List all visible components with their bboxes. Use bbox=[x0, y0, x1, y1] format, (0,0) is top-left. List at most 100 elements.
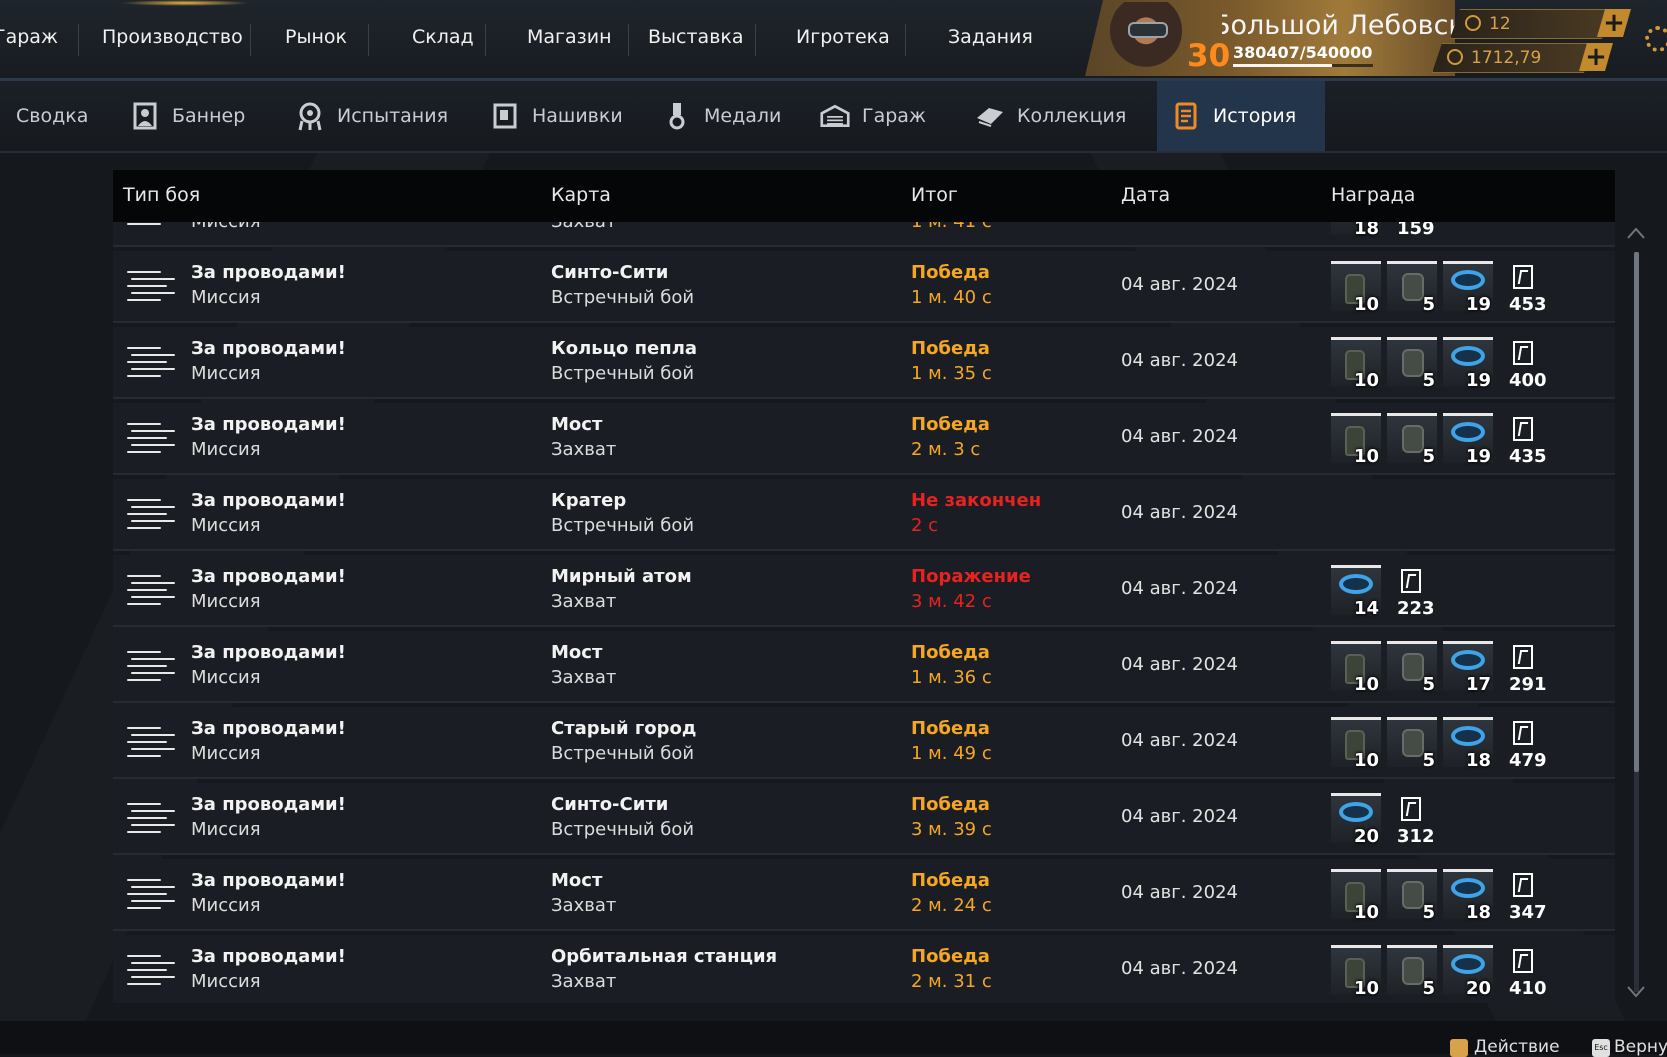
nav-item-7[interactable]: Задания bbox=[948, 26, 1033, 48]
battle-title: За проводами! bbox=[191, 414, 346, 435]
reward-canister[interactable]: 10 bbox=[1331, 945, 1381, 999]
reward-crystal[interactable]: 5 bbox=[1387, 717, 1437, 771]
tab-medal[interactable]: Медали bbox=[650, 81, 795, 151]
reward-experience[interactable]: 410 bbox=[1499, 945, 1549, 999]
reward-crystal[interactable]: 5 bbox=[1387, 337, 1437, 391]
reward-canister[interactable]: 10 bbox=[1331, 641, 1381, 695]
nav-separator bbox=[905, 24, 906, 56]
reward-wheel[interactable]: 19 bbox=[1443, 413, 1493, 467]
reward-experience[interactable]: 453 bbox=[1499, 261, 1549, 315]
reward-crystal[interactable]: 5 bbox=[1387, 641, 1437, 695]
tab-history[interactable]: История bbox=[1157, 81, 1325, 151]
reward-crystal[interactable]: 5 bbox=[1387, 413, 1437, 467]
reward-canister[interactable]: 10 bbox=[1331, 261, 1381, 315]
table-row[interactable]: За проводами! Миссия Старый город Встречный… bbox=[113, 707, 1615, 779]
reward-canister[interactable]: 10 bbox=[1331, 869, 1381, 923]
hint-action[interactable]: Действие bbox=[1474, 1037, 1560, 1057]
reward-experience[interactable]: 159 bbox=[1387, 222, 1437, 239]
reward-experience[interactable]: 291 bbox=[1499, 641, 1549, 695]
reward-crystal[interactable]: 5 bbox=[1387, 869, 1437, 923]
table-row[interactable]: За проводами! Миссия Мост Захват Победа 1 м. … bbox=[113, 631, 1615, 703]
table-row[interactable]: За проводами!МиссияВосточный кварталЗахв… bbox=[113, 222, 1615, 247]
crystal-icon bbox=[1402, 881, 1424, 909]
reward-wheel[interactable]: 18 bbox=[1331, 222, 1381, 239]
nav-item-1[interactable]: Производство bbox=[102, 26, 243, 48]
tab-collection[interactable]: Коллекция bbox=[963, 81, 1138, 151]
table-row[interactable]: За проводами! Миссия Синто-Сити Встречный б… bbox=[113, 783, 1615, 855]
tab-label: Сводка bbox=[16, 105, 89, 127]
nav-item-6[interactable]: Игротека bbox=[796, 26, 890, 48]
scrollbar-track[interactable] bbox=[1634, 252, 1639, 992]
reward-wheel[interactable]: 19 bbox=[1443, 337, 1493, 391]
header-date[interactable]: Дата bbox=[1121, 184, 1170, 206]
nav-item-2[interactable]: Рынок bbox=[285, 26, 347, 48]
battle-duration: 2 м. 3 с bbox=[911, 439, 981, 460]
tab-summary[interactable]: Сводка bbox=[0, 81, 100, 151]
header-map[interactable]: Карта bbox=[551, 184, 611, 206]
tab-trials[interactable]: Испытания bbox=[283, 81, 463, 151]
reward-count: 5 bbox=[1422, 750, 1435, 771]
battle-title: За проводами! bbox=[191, 262, 346, 283]
experience-icon bbox=[1401, 569, 1421, 593]
experience-icon bbox=[1513, 721, 1533, 745]
scroll-up-chevron-icon[interactable] bbox=[1627, 226, 1645, 240]
garage-icon bbox=[820, 101, 850, 131]
battle-title: За проводами! bbox=[191, 718, 346, 739]
header-battle-type[interactable]: Тип боя bbox=[123, 184, 200, 206]
reward-crystal[interactable]: 5 bbox=[1387, 945, 1437, 999]
reward-count: 10 bbox=[1353, 750, 1379, 771]
nav-item-4[interactable]: Магазин bbox=[527, 26, 612, 48]
crystal-icon bbox=[1402, 957, 1424, 985]
reward-wheel[interactable]: 19 bbox=[1443, 261, 1493, 315]
reward-canister[interactable]: 10 bbox=[1331, 337, 1381, 391]
map-name: Мост bbox=[551, 642, 603, 663]
table-row[interactable]: За проводами! Миссия Кратер Встречный бой Не… bbox=[113, 479, 1615, 551]
crystal-icon bbox=[1402, 653, 1424, 681]
reward-experience[interactable]: 223 bbox=[1387, 565, 1437, 619]
reward-experience[interactable]: 479 bbox=[1499, 717, 1549, 771]
reward-experience[interactable]: 312 bbox=[1387, 793, 1437, 847]
reward-experience[interactable]: 435 bbox=[1499, 413, 1549, 467]
reward-canister[interactable]: 10 bbox=[1331, 717, 1381, 771]
tab-garage[interactable]: Гараж bbox=[808, 81, 948, 151]
battle-mode: Миссия bbox=[191, 895, 261, 916]
tab-patches[interactable]: Нашивки bbox=[478, 81, 633, 151]
table-row[interactable]: За проводами! Миссия Кольцо пепла Встречный… bbox=[113, 327, 1615, 399]
table-row[interactable]: За проводами! Миссия Мост Захват Победа 2 м. … bbox=[113, 403, 1615, 475]
reward-count: 20 bbox=[1353, 826, 1379, 847]
experience-count: 159 bbox=[1397, 222, 1435, 239]
reward-wheel[interactable]: 17 bbox=[1443, 641, 1493, 695]
currency-crowns-value: 1712,79 bbox=[1471, 48, 1542, 68]
reward-crystal[interactable]: 5 bbox=[1387, 261, 1437, 315]
nav-item-3[interactable]: Склад bbox=[412, 26, 474, 48]
nav-item-0[interactable]: Гараж bbox=[0, 26, 58, 48]
reward-wheel[interactable]: 18 bbox=[1443, 869, 1493, 923]
table-rows[interactable]: За проводами!МиссияВосточный кварталЗахв… bbox=[113, 222, 1615, 1003]
reward-wheel[interactable]: 14 bbox=[1331, 565, 1381, 619]
battle-date: 04 авг. 2024 bbox=[1121, 958, 1238, 979]
currency-coins-value: 12 bbox=[1489, 14, 1511, 34]
header-result[interactable]: Итог bbox=[911, 184, 958, 206]
scroll-down-chevron-icon[interactable] bbox=[1627, 985, 1645, 999]
table-row[interactable]: За проводами! Миссия Орбитальная станция За… bbox=[113, 935, 1615, 1003]
nav-item-5[interactable]: Выставка bbox=[648, 26, 744, 48]
table-row[interactable]: За проводами! Миссия Мирный атом Захват Пора… bbox=[113, 555, 1615, 627]
reward-experience[interactable]: 347 bbox=[1499, 869, 1549, 923]
hint-back[interactable]: Вернуться bbox=[1614, 1037, 1667, 1057]
reward-experience[interactable]: 400 bbox=[1499, 337, 1549, 391]
battle-mode: Миссия bbox=[191, 515, 261, 536]
player-avatar[interactable] bbox=[1105, 2, 1187, 74]
table-row[interactable]: За проводами! Миссия Синто-Сити Встречный б… bbox=[113, 251, 1615, 323]
experience-icon bbox=[1513, 417, 1533, 441]
reward-wheel[interactable]: 20 bbox=[1331, 793, 1381, 847]
crystal-icon bbox=[1402, 729, 1424, 757]
mission-mode-icon bbox=[125, 271, 175, 305]
tab-banner[interactable]: Баннер bbox=[118, 81, 268, 151]
settings-gear-icon[interactable] bbox=[1645, 26, 1667, 52]
scrollbar-thumb[interactable] bbox=[1634, 252, 1639, 772]
reward-wheel[interactable]: 18 bbox=[1443, 717, 1493, 771]
table-row[interactable]: За проводами! Миссия Мост Захват Победа 2 м. … bbox=[113, 859, 1615, 931]
reward-canister[interactable]: 10 bbox=[1331, 413, 1381, 467]
reward-wheel[interactable]: 20 bbox=[1443, 945, 1493, 999]
profile-tabs: Сводка Баннер Испытания Нашивки Медали Гараж К… bbox=[0, 81, 1667, 153]
